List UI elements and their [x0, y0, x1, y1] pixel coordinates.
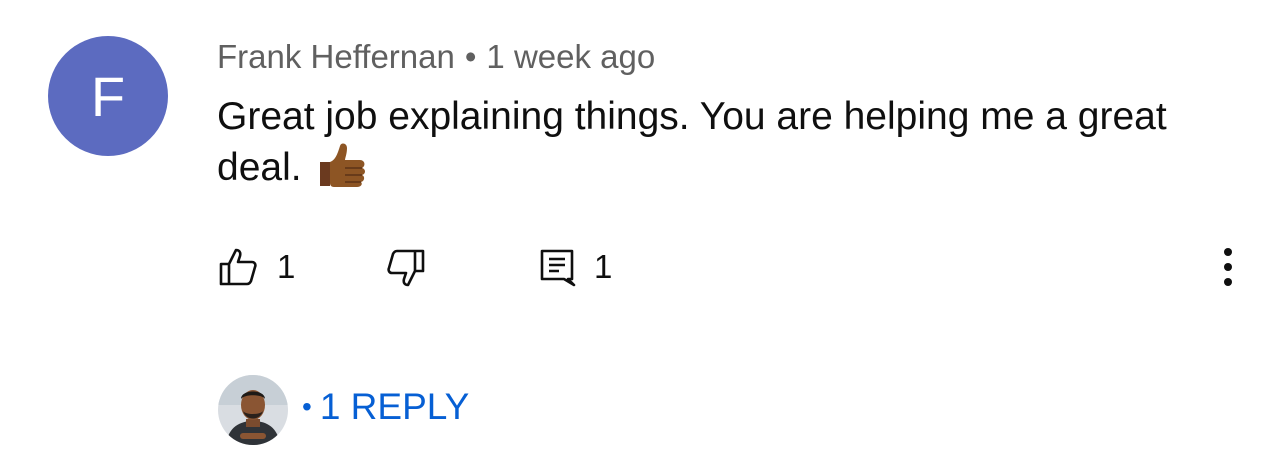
comment-meta: Frank Heffernan • 1 week ago	[217, 38, 655, 76]
comment-timestamp[interactable]: 1 week ago	[486, 38, 655, 75]
view-replies-link[interactable]: • 1 REPLY	[302, 386, 469, 428]
reply-icon[interactable]	[538, 248, 578, 288]
comment-author[interactable]: Frank Heffernan	[217, 38, 455, 75]
like-icon[interactable]	[218, 247, 258, 287]
more-options-icon[interactable]	[1212, 245, 1244, 289]
reply-count: 1	[594, 248, 613, 285]
meta-separator: •	[464, 38, 477, 75]
like-count: 1	[277, 248, 296, 285]
reply-author-avatar[interactable]	[218, 375, 288, 445]
avatar-letter: F	[90, 64, 126, 128]
comment-avatar[interactable]: F	[48, 36, 168, 156]
comment-text: Great job explaining things. You are hel…	[217, 92, 1257, 193]
dislike-icon[interactable]	[386, 248, 426, 288]
reply-separator: •	[302, 391, 312, 422]
reply-avatar-photo	[218, 375, 288, 445]
reply-count-label: 1 REPLY	[319, 386, 470, 427]
comment-actions: 1 1	[0, 242, 1284, 294]
thumbs-up-emoji-icon	[319, 143, 365, 187]
